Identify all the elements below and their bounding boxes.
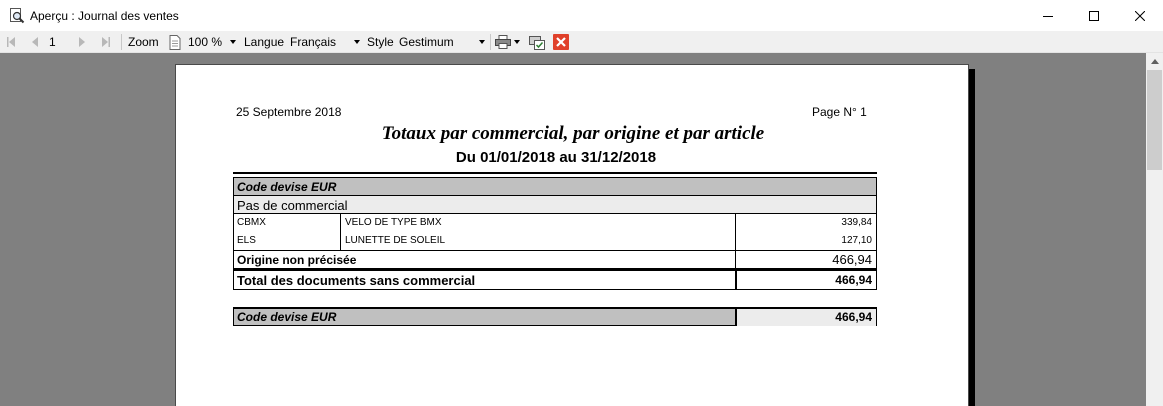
vertical-scrollbar[interactable] — [1146, 53, 1163, 406]
report-rule — [233, 172, 877, 174]
close-preview-button[interactable] — [553, 31, 569, 53]
report-date: 25 Septembre 2018 — [236, 105, 342, 119]
column-divider — [735, 251, 736, 268]
last-page-icon — [102, 37, 110, 47]
commercial-header-label: Pas de commercial — [237, 198, 348, 213]
origin-label: Origine non précisée — [237, 253, 357, 267]
language-select[interactable]: Français — [290, 32, 362, 52]
preview-magnifier-icon — [9, 8, 25, 24]
preview-area[interactable]: 25 Septembre 2018 Page N° 1 Totaux par c… — [0, 53, 1146, 406]
origin-subtotal-row: Origine non précisée 466,94 — [233, 250, 877, 269]
commercial-total-row: Total des documents sans commercial 466,… — [233, 269, 877, 290]
preview-toolbar: 1 Zoom 100 % Langue Français Style Gesti… — [0, 31, 1163, 53]
row-description: LUNETTE DE SOLEIL — [345, 235, 446, 246]
column-divider — [735, 271, 737, 289]
table-row: ELS LUNETTE DE SOLEIL 127,10 — [234, 232, 876, 250]
detail-rows: CBMX VELO DE TYPE BMX 339,84 ELS LUNETTE… — [233, 213, 877, 251]
toolbar-separator — [490, 34, 491, 50]
language-label-text: Langue — [244, 35, 285, 49]
print-setup-icon — [529, 36, 545, 50]
print-setup-button[interactable] — [529, 31, 546, 53]
currency-total: 466,94 — [835, 310, 872, 324]
page-icon — [169, 34, 181, 50]
zoom-label: Zoom — [128, 31, 159, 53]
page-number-field[interactable]: 1 — [44, 31, 72, 53]
report-title: Totaux par commercial, par origine et pa… — [381, 123, 765, 144]
row-amount: 127,10 — [841, 235, 872, 246]
first-page-icon — [7, 37, 15, 47]
print-button[interactable] — [495, 31, 511, 53]
style-label-text: Style — [367, 35, 394, 49]
chevron-down-icon — [514, 40, 520, 44]
commercial-total: 466,94 — [835, 273, 872, 287]
next-page-icon — [79, 37, 85, 47]
close-window-button[interactable] — [1117, 0, 1163, 31]
row-code: CBMX — [237, 217, 266, 228]
origin-total: 466,94 — [832, 252, 872, 267]
maximize-button[interactable] — [1071, 0, 1117, 31]
currency-total-label: Code devise EUR — [237, 310, 337, 324]
row-code: ELS — [237, 235, 256, 246]
title-bar: Aperçu : Journal des ventes — [0, 0, 1163, 31]
style-select[interactable]: Gestimum — [399, 32, 487, 52]
page-view-button[interactable] — [169, 31, 181, 53]
currency-total-row: Code devise EUR 466,94 — [233, 307, 877, 326]
page-number-value: 1 — [49, 35, 56, 49]
chevron-down-icon — [354, 40, 360, 44]
commercial-header: Pas de commercial — [233, 195, 877, 214]
printer-icon — [495, 35, 511, 49]
chevron-up-icon — [1150, 59, 1159, 64]
first-page-button[interactable] — [6, 31, 16, 53]
chevron-down-icon — [230, 40, 236, 44]
currency-header: Code devise EUR — [233, 177, 877, 196]
style-value: Gestimum — [399, 35, 454, 49]
window-title: Aperçu : Journal des ventes — [30, 9, 179, 23]
zoom-value: 100 % — [188, 35, 223, 49]
currency-header-label: Code devise EUR — [237, 180, 337, 194]
language-value: Français — [290, 35, 337, 49]
previous-page-button[interactable] — [31, 31, 39, 53]
toolbar-separator — [121, 34, 122, 50]
commercial-total-label: Total des documents sans commercial — [237, 273, 476, 288]
close-red-icon — [553, 34, 569, 50]
language-label: Langue — [244, 31, 284, 53]
report-subtitle: Du 01/01/2018 au 31/12/2018 — [455, 149, 657, 166]
print-options-dropdown[interactable] — [514, 31, 520, 53]
report-page-number: Page N° 1 — [812, 105, 867, 119]
style-label: Style — [367, 31, 394, 53]
minimize-icon — [1043, 15, 1053, 17]
row-description: VELO DE TYPE BMX — [345, 217, 442, 228]
chevron-down-icon — [479, 40, 485, 44]
minimize-button[interactable] — [1025, 0, 1071, 31]
table-row: CBMX VELO DE TYPE BMX 339,84 — [234, 214, 876, 232]
last-page-button[interactable] — [101, 31, 111, 53]
scroll-thumb[interactable] — [1147, 70, 1162, 170]
scroll-up-button[interactable] — [1146, 53, 1163, 70]
report-page: 25 Septembre 2018 Page N° 1 Totaux par c… — [175, 64, 969, 406]
zoom-label-text: Zoom — [128, 35, 159, 49]
zoom-select[interactable]: 100 % — [186, 32, 238, 52]
maximize-icon — [1089, 10, 1099, 21]
close-icon — [1135, 10, 1145, 21]
previous-page-icon — [32, 37, 38, 47]
row-amount: 339,84 — [841, 217, 872, 228]
next-page-button[interactable] — [78, 31, 86, 53]
